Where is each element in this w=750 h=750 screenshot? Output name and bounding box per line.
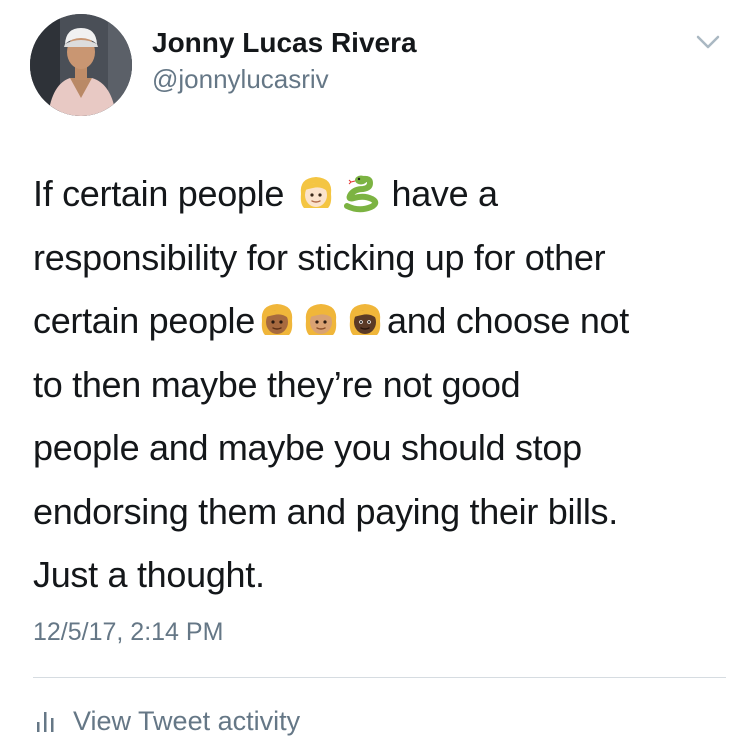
- tweet-text-line: responsibility for sticking up for other: [33, 236, 606, 278]
- text-segment: and choose not: [386, 300, 629, 341]
- tweet-text-line: certain people and choose not: [33, 289, 733, 353]
- woman-blond-hair-medium-dark-skin-emoji: [256, 299, 298, 341]
- tweet-timestamp[interactable]: 12/5/17, 2:14 PM: [33, 618, 223, 647]
- text-segment: If certain people: [33, 173, 285, 214]
- woman-blond-hair-medium-skin-emoji: [300, 299, 342, 341]
- text-segment: certain people: [33, 300, 255, 341]
- woman-blond-hair-dark-skin-emoji: [344, 299, 386, 341]
- chevron-down-icon: [696, 35, 720, 49]
- tweet-text-line: If certain people have a: [33, 162, 733, 226]
- author-handle[interactable]: @jonnylucasriv: [152, 64, 329, 95]
- tweet-text-line: Just a thought.: [33, 554, 265, 595]
- tweet-card: Jonny Lucas Rivera @jonnylucasriv If cer…: [0, 0, 750, 750]
- tweet-text-line: endorsing them and paying their bills.: [33, 490, 618, 532]
- tweet-text: If certain people have a responsibility …: [33, 162, 733, 607]
- tweet-text-line: to then maybe they’re not good: [33, 363, 521, 405]
- woman-blond-hair-light-skin-emoji: [295, 172, 337, 214]
- text-segment: have a: [391, 173, 498, 214]
- tweet-menu-button[interactable]: [692, 30, 724, 54]
- view-tweet-activity-label: View Tweet activity: [73, 705, 301, 736]
- author-display-name[interactable]: Jonny Lucas Rivera: [152, 27, 417, 59]
- tweet-text-line: people and maybe you should stop: [33, 427, 582, 468]
- profile-photo: [30, 14, 132, 116]
- avatar[interactable]: [30, 14, 132, 116]
- bar-chart-icon: [33, 708, 59, 734]
- snake-emoji: [339, 172, 381, 214]
- view-tweet-activity-link[interactable]: View Tweet activity: [33, 704, 300, 738]
- divider: [33, 677, 726, 678]
